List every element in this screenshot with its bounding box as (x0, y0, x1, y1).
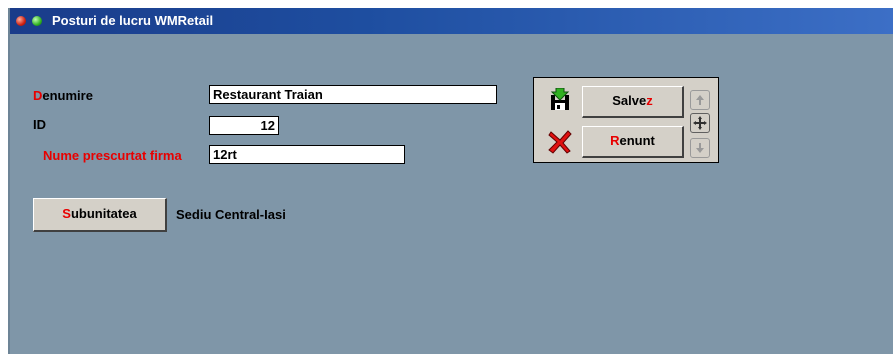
denumire-input[interactable]: Restaurant Traian (209, 85, 497, 104)
nume-prescurtat-label: Nume prescurtat firma (43, 148, 182, 163)
nume-prescurtat-input[interactable]: 12rt (209, 145, 405, 164)
arrow-down-icon[interactable] (690, 138, 710, 158)
subunitatea-button[interactable]: Subunitatea (33, 198, 167, 232)
save-button[interactable]: Salvez (582, 86, 684, 118)
cancel-button[interactable]: Renunt (582, 126, 684, 158)
subunitate-value: Sediu Central-Iasi (176, 207, 286, 222)
title-bar: Posturi de lucru WMRetail (10, 8, 893, 34)
arrow-up-icon[interactable] (690, 90, 710, 110)
move-cross-icon[interactable] (690, 113, 710, 133)
minimize-dot-icon[interactable] (32, 16, 42, 26)
denumire-label: Denumire (33, 88, 93, 103)
main-window: Posturi de lucru WMRetail Denumire Resta… (8, 8, 893, 354)
action-panel: Salvez Renunt (533, 77, 719, 163)
window-title: Posturi de lucru WMRetail (52, 13, 214, 28)
close-dot-icon[interactable] (16, 16, 26, 26)
red-x-icon (548, 130, 572, 154)
id-input[interactable]: 12 (209, 116, 279, 135)
id-label: ID (33, 117, 46, 132)
save-disk-icon (548, 87, 572, 112)
